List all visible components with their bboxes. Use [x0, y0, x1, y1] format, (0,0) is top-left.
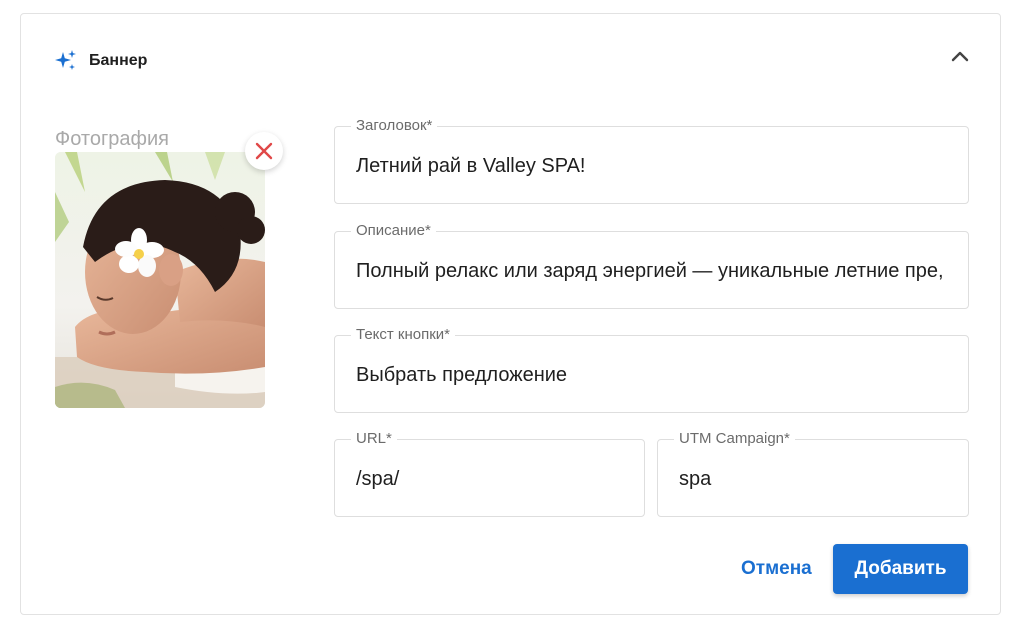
banner-card: Баннер Фотография Заголовок* Летний рай … — [20, 13, 1001, 615]
title-field[interactable]: Заголовок* Летний рай в Valley SPA! — [334, 117, 969, 204]
description-field[interactable]: Описание* Полный релакс или заряд энерги… — [334, 222, 969, 309]
description-field-label: Описание* — [351, 222, 436, 240]
banner-photo — [55, 152, 265, 408]
url-field[interactable]: URL* /spa/ — [334, 430, 645, 517]
title-field-value[interactable]: Летний рай в Valley SPA! — [356, 153, 948, 179]
cancel-button[interactable]: Отмена — [729, 544, 824, 594]
remove-photo-button[interactable] — [245, 132, 283, 170]
photo-label: Фотография — [55, 128, 169, 150]
button-text-field-value[interactable]: Выбрать предложение — [356, 362, 948, 388]
card-title: Баннер — [89, 52, 148, 69]
close-icon — [255, 142, 273, 160]
utm-campaign-field[interactable]: UTM Campaign* spa — [657, 430, 969, 517]
card-header: Баннер — [55, 50, 147, 72]
collapse-button[interactable] — [948, 44, 972, 68]
chevron-up-icon — [951, 51, 969, 62]
button-text-field-label: Текст кнопки* — [351, 326, 456, 344]
button-text-field[interactable]: Текст кнопки* Выбрать предложение — [334, 326, 969, 413]
utm-campaign-field-value[interactable]: spa — [679, 466, 948, 492]
utm-campaign-field-label: UTM Campaign* — [674, 430, 795, 448]
url-field-label: URL* — [351, 430, 397, 448]
description-field-value[interactable]: Полный релакс или заряд энергией — уника… — [356, 258, 948, 284]
add-button[interactable]: Добавить — [833, 544, 968, 594]
sparkle-icon — [55, 50, 77, 72]
url-field-value[interactable]: /spa/ — [356, 466, 624, 492]
title-field-label: Заголовок* — [351, 117, 438, 135]
